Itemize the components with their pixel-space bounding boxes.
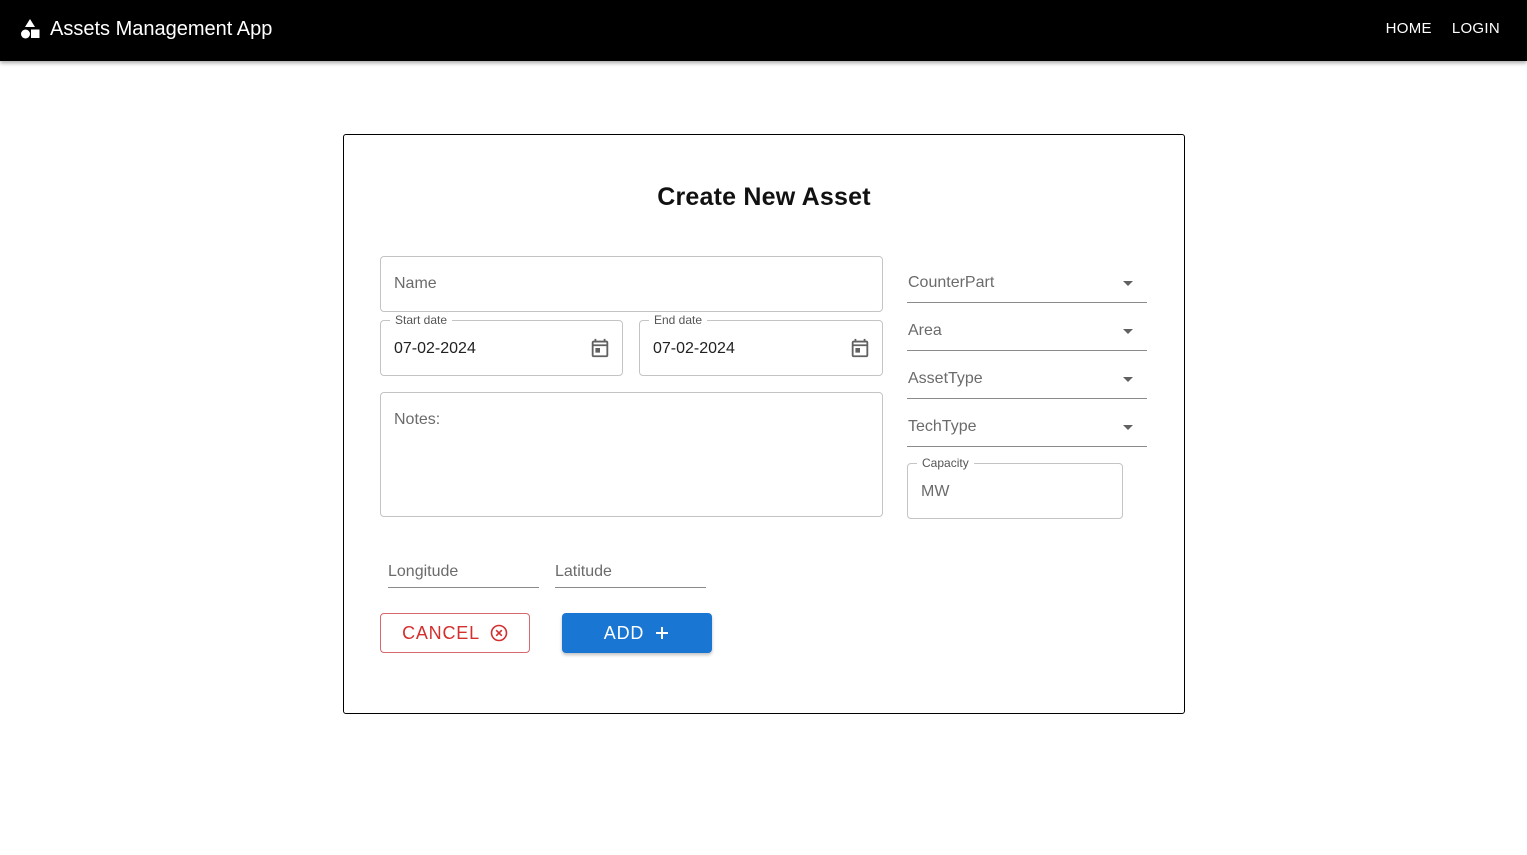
asset-type-select[interactable]: AssetType [907, 359, 1147, 399]
dropdown-caret-icon [1123, 377, 1133, 382]
longitude-placeholder: Longitude [388, 563, 459, 580]
shapes-logo-icon [21, 19, 40, 39]
name-field[interactable]: Name [380, 256, 883, 312]
brand: Assets Management App [20, 17, 272, 41]
counterpart-select-label: CounterPart [908, 274, 995, 291]
top-nav: HOME LOGIN [1386, 20, 1500, 38]
nav-home-link[interactable]: HOME [1386, 20, 1432, 38]
area-select-label: Area [908, 322, 942, 339]
start-date-field[interactable]: Start date 07-02-2024 [380, 313, 623, 376]
end-date-label: End date [649, 313, 708, 327]
latitude-placeholder: Latitude [555, 563, 612, 580]
start-date-label: Start date [390, 313, 453, 327]
dropdown-caret-icon [1123, 281, 1133, 286]
area-select[interactable]: Area [907, 311, 1147, 351]
start-date-value: 07-02-2024 [394, 340, 476, 357]
plus-icon [654, 625, 670, 641]
calendar-icon[interactable] [589, 337, 611, 359]
add-button[interactable]: ADD [562, 613, 712, 653]
notes-placeholder: Notes: [394, 411, 441, 428]
tech-type-select-label: TechType [908, 418, 977, 435]
name-placeholder: Name [394, 275, 437, 292]
asset-type-select-label: AssetType [908, 370, 983, 387]
tech-type-select[interactable]: TechType [907, 407, 1147, 447]
app-bar: Assets Management App HOME LOGIN [0, 0, 1527, 61]
end-date-value: 07-02-2024 [653, 340, 735, 357]
capacity-placeholder: MW [921, 483, 950, 500]
app-title: Assets Management App [50, 18, 273, 40]
cancel-circle-icon [490, 624, 508, 642]
dropdown-caret-icon [1123, 329, 1133, 334]
cancel-button-label: CANCEL [402, 622, 480, 643]
form-title: Create New Asset [657, 183, 871, 211]
capacity-label: Capacity [917, 456, 974, 470]
capacity-field[interactable]: Capacity MW [907, 456, 1123, 519]
longitude-field[interactable]: Longitude [388, 552, 539, 588]
dropdown-caret-icon [1123, 425, 1133, 430]
end-date-field[interactable]: End date 07-02-2024 [639, 313, 883, 376]
nav-login-link[interactable]: LOGIN [1452, 20, 1500, 38]
calendar-icon[interactable] [849, 337, 871, 359]
add-button-label: ADD [603, 622, 645, 643]
latitude-field[interactable]: Latitude [555, 552, 706, 588]
cancel-button[interactable]: CANCEL [380, 613, 530, 653]
counterpart-select[interactable]: CounterPart [907, 263, 1147, 303]
notes-textarea[interactable]: Notes: [380, 392, 883, 517]
